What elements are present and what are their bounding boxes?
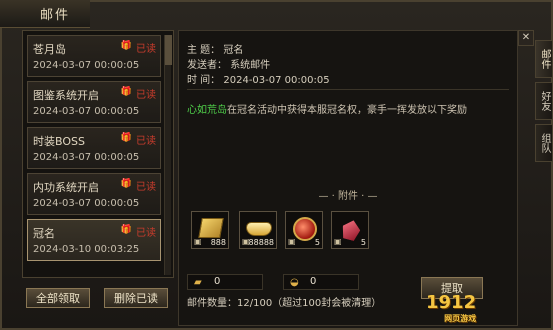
gift-icon: 🎁 bbox=[120, 41, 132, 51]
mail-item[interactable]: 时装BOSS 🎁 已读 2024-03-07 00:00:05 bbox=[27, 127, 161, 169]
gold-bar-currency: ▰ 0 bbox=[187, 274, 263, 290]
mail-item-name: 冠名 bbox=[33, 227, 55, 240]
mail-detail: 主 题： 冠名 发送者： 系统邮件 时 间： 2024-03-07 00:00:… bbox=[178, 30, 518, 326]
ingot-icon: ◒ bbox=[290, 277, 299, 288]
tab-friends[interactable]: 好友 bbox=[535, 82, 553, 120]
mail-body-text: 在冠名活动中获得本服冠名权，豪手一挥发放以下奖励 bbox=[227, 105, 467, 116]
attachment-slot[interactable]: ▣ 5 bbox=[285, 211, 323, 249]
currency-value: 0 bbox=[310, 276, 317, 287]
attachment-qty: 88888 bbox=[248, 238, 274, 247]
mail-item[interactable]: 苍月岛 🎁 已读 2024-03-07 00:00:05 bbox=[27, 35, 161, 77]
mail-list: 苍月岛 🎁 已读 2024-03-07 00:00:05 图鉴系统开启 🎁 已读… bbox=[22, 30, 174, 278]
subject-value: 冠名 bbox=[223, 45, 244, 56]
mail-item-date: 2024-03-07 00:00:05 bbox=[33, 198, 140, 209]
scroll-thumb[interactable] bbox=[165, 35, 172, 65]
time-value: 2024-03-07 00:00:05 bbox=[223, 75, 330, 86]
read-status: 已读 bbox=[136, 136, 156, 147]
lock-icon: ▣ bbox=[334, 237, 342, 246]
delete-read-button[interactable]: 删除已读 bbox=[104, 288, 168, 308]
tab-mail[interactable]: 邮件 bbox=[535, 40, 553, 78]
subject-label: 主 题： bbox=[187, 45, 221, 56]
ingot-currency: ◒ 0 bbox=[283, 274, 359, 290]
attachment-slot[interactable]: ▣ 888 bbox=[191, 211, 229, 249]
claim-all-button[interactable]: 全部领取 bbox=[26, 288, 90, 308]
time-row: 时 间： 2024-03-07 00:00:05 bbox=[187, 71, 330, 86]
mail-item-name: 时装BOSS bbox=[33, 135, 85, 148]
read-status: 已读 bbox=[136, 90, 156, 101]
gift-icon: 🎁 bbox=[120, 87, 132, 97]
subject-row: 主 题： 冠名 bbox=[187, 41, 243, 56]
mail-item[interactable]: 图鉴系统开启 🎁 已读 2024-03-07 00:00:05 bbox=[27, 81, 161, 123]
header-divider bbox=[187, 89, 509, 90]
gold-bar-icon: ▰ bbox=[194, 277, 202, 288]
site-watermark-logo: 1912 网页游戏 bbox=[426, 292, 477, 323]
mail-body: 心如荒岛在冠名活动中获得本服冠名权，豪手一挥发放以下奖励 bbox=[187, 101, 467, 116]
attachment-slot[interactable]: ▣ 5 bbox=[331, 211, 369, 249]
mail-item-date: 2024-03-10 00:03:25 bbox=[33, 244, 140, 255]
mail-item-name: 图鉴系统开启 bbox=[33, 89, 99, 102]
sender-row: 发送者： 系统邮件 bbox=[187, 56, 270, 71]
attachment-qty: 5 bbox=[360, 238, 366, 247]
gift-icon: 🎁 bbox=[120, 179, 132, 189]
gift-icon: 🎁 bbox=[120, 225, 132, 235]
attachment-slot[interactable]: ▣ 88888 bbox=[239, 211, 277, 249]
ingot-icon bbox=[246, 222, 272, 236]
mail-count: 邮件数量：12/100（超过100封会被清理） bbox=[187, 298, 382, 309]
close-icon[interactable]: ✕ bbox=[518, 30, 534, 46]
tab-team[interactable]: 组队 bbox=[535, 124, 553, 162]
time-label: 时 间： bbox=[187, 75, 221, 86]
mail-item-name: 内功系统开启 bbox=[33, 181, 99, 194]
mail-item-date: 2024-03-07 00:00:05 bbox=[33, 152, 140, 163]
mail-item[interactable]: 内功系统开启 🎁 已读 2024-03-07 00:00:05 bbox=[27, 173, 161, 215]
lock-icon: ▣ bbox=[194, 237, 202, 246]
attachment-qty: 888 bbox=[210, 238, 226, 247]
read-status: 已读 bbox=[136, 44, 156, 55]
mail-item-date: 2024-03-07 00:00:05 bbox=[33, 106, 140, 117]
player-name: 心如荒岛 bbox=[187, 105, 227, 116]
currency-value: 0 bbox=[214, 276, 221, 287]
mail-list-scrollbar[interactable] bbox=[164, 35, 172, 275]
lock-icon: ▣ bbox=[288, 237, 296, 246]
mail-item-selected[interactable]: 冠名 🎁 已读 2024-03-10 00:03:25 bbox=[27, 219, 161, 261]
sender-value: 系统邮件 bbox=[230, 60, 271, 71]
window-title: 邮件 bbox=[40, 8, 71, 23]
red-orb-icon bbox=[293, 217, 317, 241]
read-status: 已读 bbox=[136, 228, 156, 239]
mail-item-date: 2024-03-07 00:00:05 bbox=[33, 60, 140, 71]
read-status: 已读 bbox=[136, 182, 156, 193]
sender-label: 发送者： bbox=[187, 60, 227, 71]
mail-item-name: 苍月岛 bbox=[33, 43, 66, 56]
attachment-label: — · 附件 · — bbox=[318, 191, 378, 202]
gem-icon bbox=[340, 218, 363, 242]
gold-bar-icon bbox=[198, 218, 224, 238]
attachment-qty: 5 bbox=[314, 238, 320, 247]
gift-icon: 🎁 bbox=[120, 133, 132, 143]
